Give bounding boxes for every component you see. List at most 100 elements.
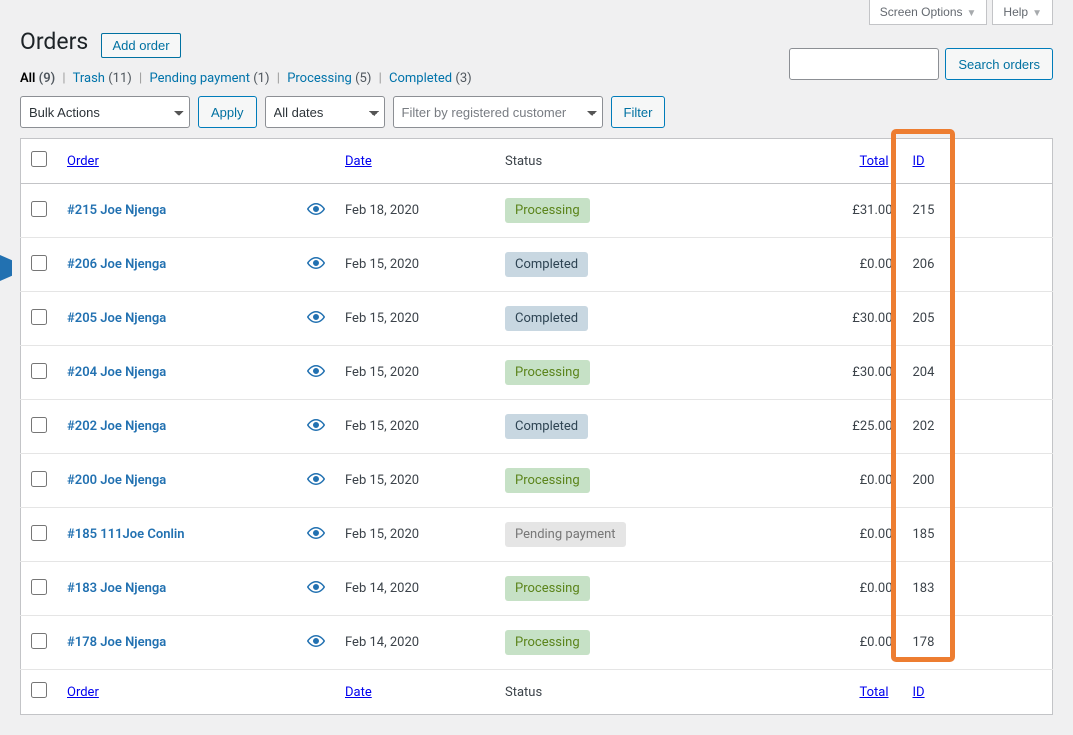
order-id: 185: [903, 508, 963, 562]
row-checkbox[interactable]: [31, 255, 47, 271]
search-orders-button[interactable]: Search orders: [945, 48, 1053, 80]
table-row[interactable]: #204 Joe NjengaFeb 15, 2020Processing£30…: [21, 346, 1053, 400]
dates-select[interactable]: All dates: [265, 96, 385, 128]
col-id-header[interactable]: ID: [913, 154, 925, 169]
order-total: £0.00: [780, 562, 902, 616]
order-date: Feb 14, 2020: [335, 616, 495, 670]
table-row[interactable]: #202 Joe Njenga Feb 15, 2020 Completed £25.…: [21, 400, 1053, 454]
table-row[interactable]: #183 Joe Njenga Feb 14, 2020 Processing £0.…: [21, 562, 1053, 616]
search-input[interactable]: [789, 48, 939, 80]
order-link[interactable]: #178 Joe Njenga: [67, 635, 166, 650]
order-link[interactable]: #202 Joe Njenga: [67, 419, 166, 434]
status-badge: Processing: [505, 630, 590, 655]
order-link[interactable]: #185 111Joe Conlin: [67, 527, 185, 542]
col-total-footer[interactable]: Total: [859, 685, 888, 700]
row-checkbox[interactable]: [31, 579, 47, 595]
table-row[interactable]: #206 Joe Njenga Feb 15, 2020 Completed £0.0…: [21, 238, 1053, 292]
col-total-header[interactable]: Total: [859, 154, 888, 169]
col-status-header: Status: [495, 139, 780, 184]
order-date: Feb 18, 2020: [335, 184, 495, 238]
chevron-down-icon: ▼: [1032, 8, 1042, 19]
col-order-footer[interactable]: Order: [67, 685, 99, 700]
row-checkbox[interactable]: [31, 525, 47, 541]
customer-filter-select[interactable]: Filter by registered customer: [393, 96, 603, 128]
order-total: £0.00: [780, 616, 902, 670]
row-checkbox[interactable]: [31, 633, 47, 649]
bulk-actions-select[interactable]: Bulk Actions: [20, 96, 190, 128]
order-total: £0.00: [780, 238, 902, 292]
order-id: 205: [903, 292, 963, 346]
order-date: Feb 14, 2020: [335, 562, 495, 616]
row-checkbox[interactable]: [31, 417, 47, 433]
status-badge: Completed: [505, 414, 588, 439]
preview-eye-icon[interactable]: [307, 365, 325, 381]
order-total: £30.00: [780, 292, 902, 346]
order-total: £31.00: [780, 184, 902, 238]
filter-completed[interactable]: Completed (3): [389, 71, 472, 86]
col-date-header[interactable]: Date: [345, 154, 372, 169]
order-link[interactable]: #206 Joe Njenga: [67, 257, 166, 272]
order-link[interactable]: #183 Joe Njenga: [67, 581, 166, 596]
table-row[interactable]: #205 Joe Njenga Feb 15, 2020 Completed £30.…: [21, 292, 1053, 346]
filter-button[interactable]: Filter: [611, 96, 666, 128]
apply-button[interactable]: Apply: [198, 96, 257, 128]
order-link[interactable]: #200 Joe Njenga: [67, 473, 166, 488]
order-total: £0.00: [780, 508, 902, 562]
filter-trash[interactable]: Trash (11): [73, 71, 132, 86]
order-date: Feb 15, 2020: [335, 400, 495, 454]
col-id-footer[interactable]: ID: [913, 685, 925, 700]
col-date-footer[interactable]: Date: [345, 685, 372, 700]
status-badge: Pending payment: [505, 522, 626, 547]
order-date: Feb 15, 2020: [335, 454, 495, 508]
orders-table: Order Date Status Total ID #215 Joe Njen…: [20, 138, 1053, 715]
order-link[interactable]: #204 Joe Njenga: [67, 365, 166, 380]
status-badge: Processing: [505, 576, 590, 601]
order-total: £0.00: [780, 454, 902, 508]
row-checkbox[interactable]: [31, 363, 47, 379]
status-badge: Completed: [505, 252, 588, 277]
order-id: 178: [903, 616, 963, 670]
add-order-button[interactable]: Add order: [101, 33, 180, 58]
table-row[interactable]: #215 Joe Njenga Feb 18, 2020 Processing £31…: [21, 184, 1053, 238]
status-badge: Completed: [505, 306, 588, 331]
preview-eye-icon[interactable]: [307, 527, 325, 543]
order-link[interactable]: #215 Joe Njenga: [67, 203, 166, 218]
order-id: 215: [903, 184, 963, 238]
order-date: Feb 15, 2020: [335, 346, 495, 400]
select-all-checkbox[interactable]: [31, 151, 47, 167]
preview-eye-icon[interactable]: [307, 473, 325, 489]
status-badge: Processing: [505, 360, 590, 385]
table-row[interactable]: #200 Joe NjengaFeb 15, 2020Processing£0.…: [21, 454, 1053, 508]
preview-eye-icon[interactable]: [307, 203, 325, 219]
filter-processing[interactable]: Processing (5): [287, 71, 371, 86]
screen-options-button[interactable]: Screen Options ▼: [869, 0, 988, 25]
order-id: 206: [903, 238, 963, 292]
order-date: Feb 15, 2020: [335, 508, 495, 562]
order-id: 183: [903, 562, 963, 616]
status-badge: Processing: [505, 198, 590, 223]
filter-all[interactable]: All (9): [20, 71, 55, 86]
row-checkbox[interactable]: [31, 309, 47, 325]
preview-eye-icon[interactable]: [307, 635, 325, 651]
chevron-down-icon: ▼: [967, 8, 977, 19]
order-date: Feb 15, 2020: [335, 292, 495, 346]
col-status-footer: Status: [495, 670, 780, 715]
col-order-header[interactable]: Order: [67, 154, 99, 169]
order-id: 204: [903, 346, 963, 400]
help-button[interactable]: Help▼: [992, 0, 1053, 25]
row-checkbox[interactable]: [31, 201, 47, 217]
order-link[interactable]: #205 Joe Njenga: [67, 311, 166, 326]
preview-eye-icon[interactable]: [307, 581, 325, 597]
screen-options-label: Screen Options: [880, 5, 963, 19]
preview-eye-icon[interactable]: [307, 257, 325, 273]
preview-eye-icon[interactable]: [307, 311, 325, 327]
preview-eye-icon[interactable]: [307, 419, 325, 435]
order-date: Feb 15, 2020: [335, 238, 495, 292]
order-total: £25.00: [780, 400, 902, 454]
row-checkbox[interactable]: [31, 471, 47, 487]
table-row[interactable]: #178 Joe Njenga Feb 14, 2020 Processing £0.…: [21, 616, 1053, 670]
table-row[interactable]: #185 111Joe Conlin Feb 15, 2020 Pending pa…: [21, 508, 1053, 562]
filter-pending[interactable]: Pending payment (1): [149, 71, 269, 86]
select-all-checkbox-footer[interactable]: [31, 682, 47, 698]
order-id: 200: [903, 454, 963, 508]
